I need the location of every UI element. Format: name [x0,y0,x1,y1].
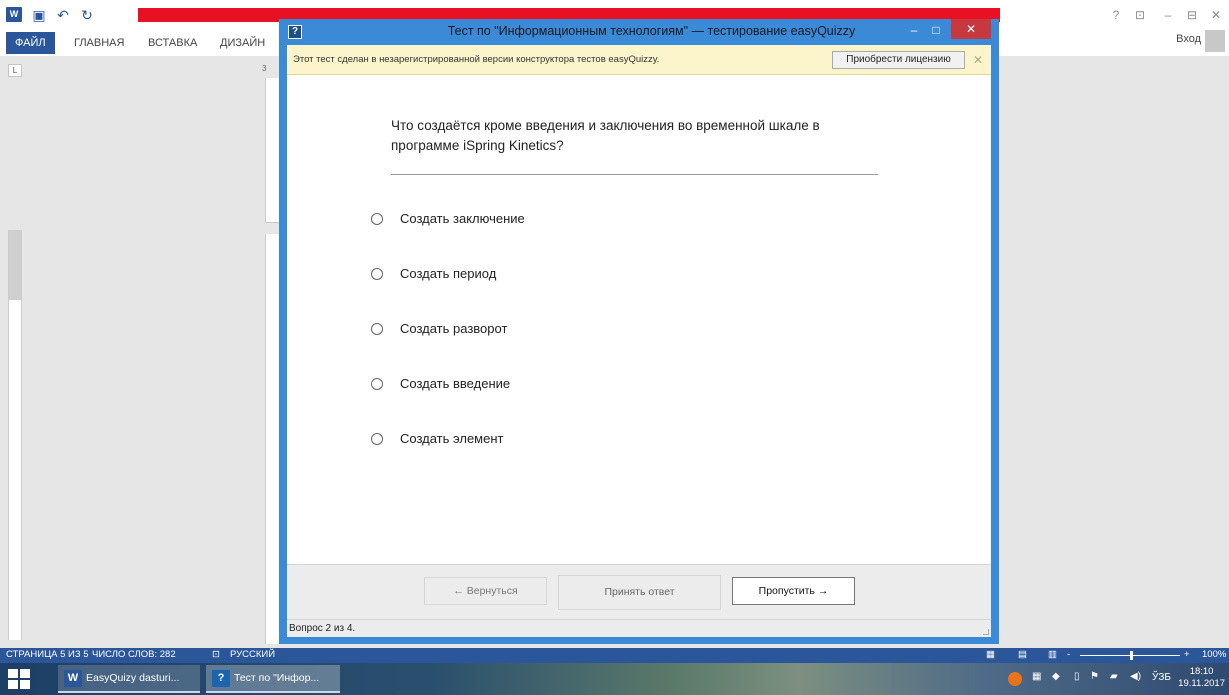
notification-icon[interactable] [1008,672,1022,686]
quiz-app-icon: ? [212,670,230,687]
answer-label[interactable]: Создать введение [400,376,510,391]
dialog-statusbar: Вопрос 2 из 4. [287,619,991,637]
word-statusbar: СТРАНИЦА 5 ИЗ 5 ЧИСЛО СЛОВ: 282 ⊡ РУССКИ… [0,648,1229,663]
answer-option[interactable]: Создать элемент [371,429,771,451]
volume-icon[interactable]: ◀) [1130,671,1141,682]
zoom-slider-thumb[interactable] [1130,651,1133,660]
dialog-footer: ← Вернуться Принять ответ Пропустить → [287,564,991,619]
answer-option[interactable]: Создать разворот [371,319,771,341]
read-mode-icon[interactable]: ▦ [986,649,995,660]
radio-button[interactable] [371,268,383,280]
flag-icon[interactable]: ⚑ [1090,671,1099,682]
proofing-icon[interactable]: ⊡ [212,649,220,660]
radio-button[interactable] [371,213,383,225]
zoom-out-button[interactable]: - [1067,649,1070,660]
taskbar-item-word[interactable]: W EasyQuizy dasturi... [58,665,200,693]
close-icon[interactable]: ✕ [951,19,991,39]
tab-file[interactable]: ФАЙЛ [6,32,55,54]
language-indicator[interactable]: РУССКИЙ [230,649,275,660]
tab-insert[interactable]: ВСТАВКА [148,32,197,54]
answer-option[interactable]: Создать введение [371,374,771,396]
power-icon[interactable]: ▰ [1110,671,1118,682]
avatar[interactable] [1205,30,1225,52]
help-icon[interactable]: ? [1106,6,1126,24]
dialog-title: Тест по "Информационным технологиям" — т… [447,24,856,38]
clock-time: 18:10 [1189,666,1214,677]
clock-date: 19.11.2017 [1178,678,1225,689]
minimize-icon[interactable]: – [1158,6,1178,24]
answer-label[interactable]: Создать элемент [400,431,503,446]
dialog-titlebar[interactable]: ? Тест по "Информационным технологиям" —… [279,19,999,45]
keyboard-language[interactable]: ЎЗБ [1152,672,1171,683]
taskbar-item-quiz[interactable]: ? Тест по "Инфор... [206,665,340,693]
vertical-ruler [8,230,22,640]
question-text: Что создаётся кроме введения и заключени… [391,118,820,153]
restore-icon[interactable]: ⊟ [1182,6,1202,24]
sign-in-link[interactable]: Вход [1176,33,1201,45]
shield-icon[interactable]: ◆ [1052,671,1060,682]
radio-button[interactable] [371,378,383,390]
tab-design[interactable]: ДИЗАЙН [220,32,265,54]
radio-button[interactable] [371,433,383,445]
word-logo-icon: W [6,7,22,22]
zoom-level[interactable]: 100% [1202,649,1226,660]
skip-button[interactable]: Пропустить → [732,577,855,605]
undo-icon[interactable]: ↶ [54,6,72,24]
buy-license-button[interactable]: Приобрести лицензию [832,51,965,69]
taskbar-item-label: Тест по "Инфор... [234,672,320,684]
windows-start-icon[interactable] [8,669,30,689]
quiz-dialog: ? Тест по "Информационным технологиям" —… [279,19,999,644]
network-icon[interactable]: ▦ [1032,671,1041,682]
save-icon[interactable]: ▣ [30,6,48,24]
radio-button[interactable] [371,323,383,335]
ruler-label: 3 [262,64,267,73]
answer-option[interactable]: Создать период [371,264,771,286]
clock[interactable]: 18:10 19.11.2017 [1178,666,1225,690]
close-icon[interactable]: ✕ [1206,6,1226,24]
maximize-icon[interactable]: □ [925,21,947,39]
page-count[interactable]: СТРАНИЦА 5 ИЗ 5 [6,649,89,660]
taskbar-item-label: EasyQuizy dasturi... [86,672,180,684]
redo-icon[interactable]: ↻ [78,6,96,24]
resize-grip-icon[interactable] [983,629,989,635]
print-layout-icon[interactable]: ▤ [1018,649,1027,660]
question-progress: Вопрос 2 из 4. [289,623,356,634]
web-layout-icon[interactable]: ▥ [1048,649,1057,660]
divider [391,174,878,175]
unregistered-notice: Этот тест сделан в незарегистрированной … [287,45,991,75]
answer-label[interactable]: Создать период [400,266,496,281]
tab-selector[interactable]: L [8,64,22,77]
answer-label[interactable]: Создать разворот [400,321,507,336]
ribbon-display-icon[interactable]: ⊡ [1130,6,1150,24]
zoom-in-button[interactable]: + [1184,649,1190,660]
notice-text: Этот тест сделан в незарегистрированной … [293,54,660,65]
tab-home[interactable]: ГЛАВНАЯ [74,32,124,54]
taskbar: W EasyQuizy dasturi... ? Тест по "Инфор.… [0,663,1229,695]
accept-answer-button[interactable]: Принять ответ [558,575,721,610]
close-icon[interactable]: ✕ [971,51,985,69]
answer-option[interactable]: Создать заключение [371,209,771,231]
back-button[interactable]: ← Вернуться [424,577,547,605]
word-count[interactable]: ЧИСЛО СЛОВ: 282 [92,649,176,660]
document-area-right [1000,56,1229,648]
minimize-icon[interactable]: – [903,21,925,39]
dialog-body: Этот тест сделан в незарегистрированной … [287,45,991,637]
device-icon[interactable]: ▯ [1074,671,1080,682]
word-icon: W [64,670,82,687]
answer-label[interactable]: Создать заключение [400,211,525,226]
